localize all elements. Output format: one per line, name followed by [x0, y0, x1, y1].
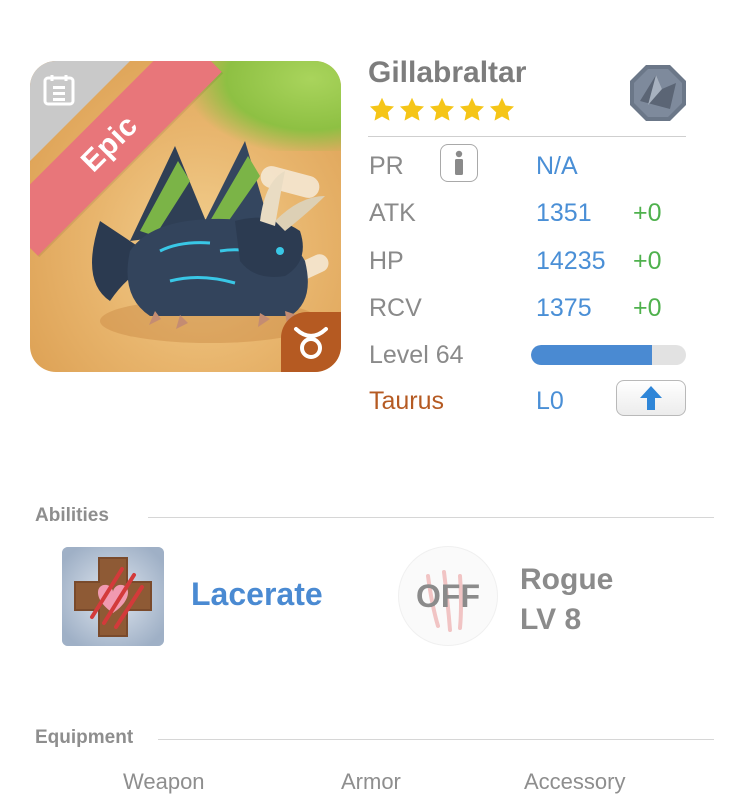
hp-label: HP	[369, 247, 404, 275]
star-icon	[399, 97, 425, 121]
level-progress-fill	[531, 345, 652, 365]
star-rating	[368, 96, 516, 124]
class-name: Rogue	[520, 563, 614, 596]
atk-label: ATK	[369, 199, 416, 227]
class-level: LV 8	[520, 603, 582, 636]
lacerate-ability-icon[interactable]	[62, 547, 164, 646]
zodiac-upgrade-button[interactable]	[616, 380, 686, 416]
star-icon	[459, 97, 485, 121]
ability-toggle[interactable]: OFF	[398, 546, 498, 646]
star-icon	[369, 97, 395, 121]
equipment-divider	[158, 739, 714, 740]
star-icon	[489, 97, 515, 121]
ability-status: OFF	[416, 578, 480, 614]
equipment-title: Equipment	[35, 727, 134, 748]
header-divider	[368, 136, 686, 137]
rcv-bonus: +0	[633, 294, 662, 322]
abilities-divider	[148, 517, 714, 518]
lacerate-icon	[62, 547, 164, 646]
calendar-icon[interactable]	[42, 73, 76, 107]
equipment-slot-accessory[interactable]: Accessory	[524, 769, 625, 795]
atk-value: 1351	[536, 199, 592, 227]
hp-value: 14235	[536, 247, 606, 275]
atk-bonus: +0	[633, 199, 662, 227]
star-icon	[429, 97, 455, 121]
taurus-icon	[294, 327, 328, 359]
hero-portrait[interactable]: Epic	[30, 61, 341, 372]
hero-name: Gillabraltar	[368, 56, 527, 89]
info-button[interactable]	[440, 144, 478, 182]
zodiac-label: Taurus	[369, 387, 445, 415]
abilities-title: Abilities	[35, 505, 109, 526]
ability-name[interactable]: Lacerate	[191, 576, 323, 613]
zodiac-level: L0	[536, 387, 564, 415]
earth-element-icon	[630, 65, 686, 121]
rcv-value: 1375	[536, 294, 592, 322]
up-arrow-icon	[640, 386, 662, 410]
equipment-slot-weapon[interactable]: Weapon	[123, 769, 205, 795]
pr-label: PR	[369, 152, 404, 180]
rcv-label: RCV	[369, 294, 422, 322]
level-progress-bar	[531, 345, 686, 365]
pr-value: N/A	[536, 152, 578, 180]
hp-bonus: +0	[633, 247, 662, 275]
info-icon	[455, 150, 463, 175]
level-label: Level 64	[369, 341, 464, 369]
equipment-slot-armor[interactable]: Armor	[341, 769, 401, 795]
zodiac-badge	[281, 312, 341, 372]
